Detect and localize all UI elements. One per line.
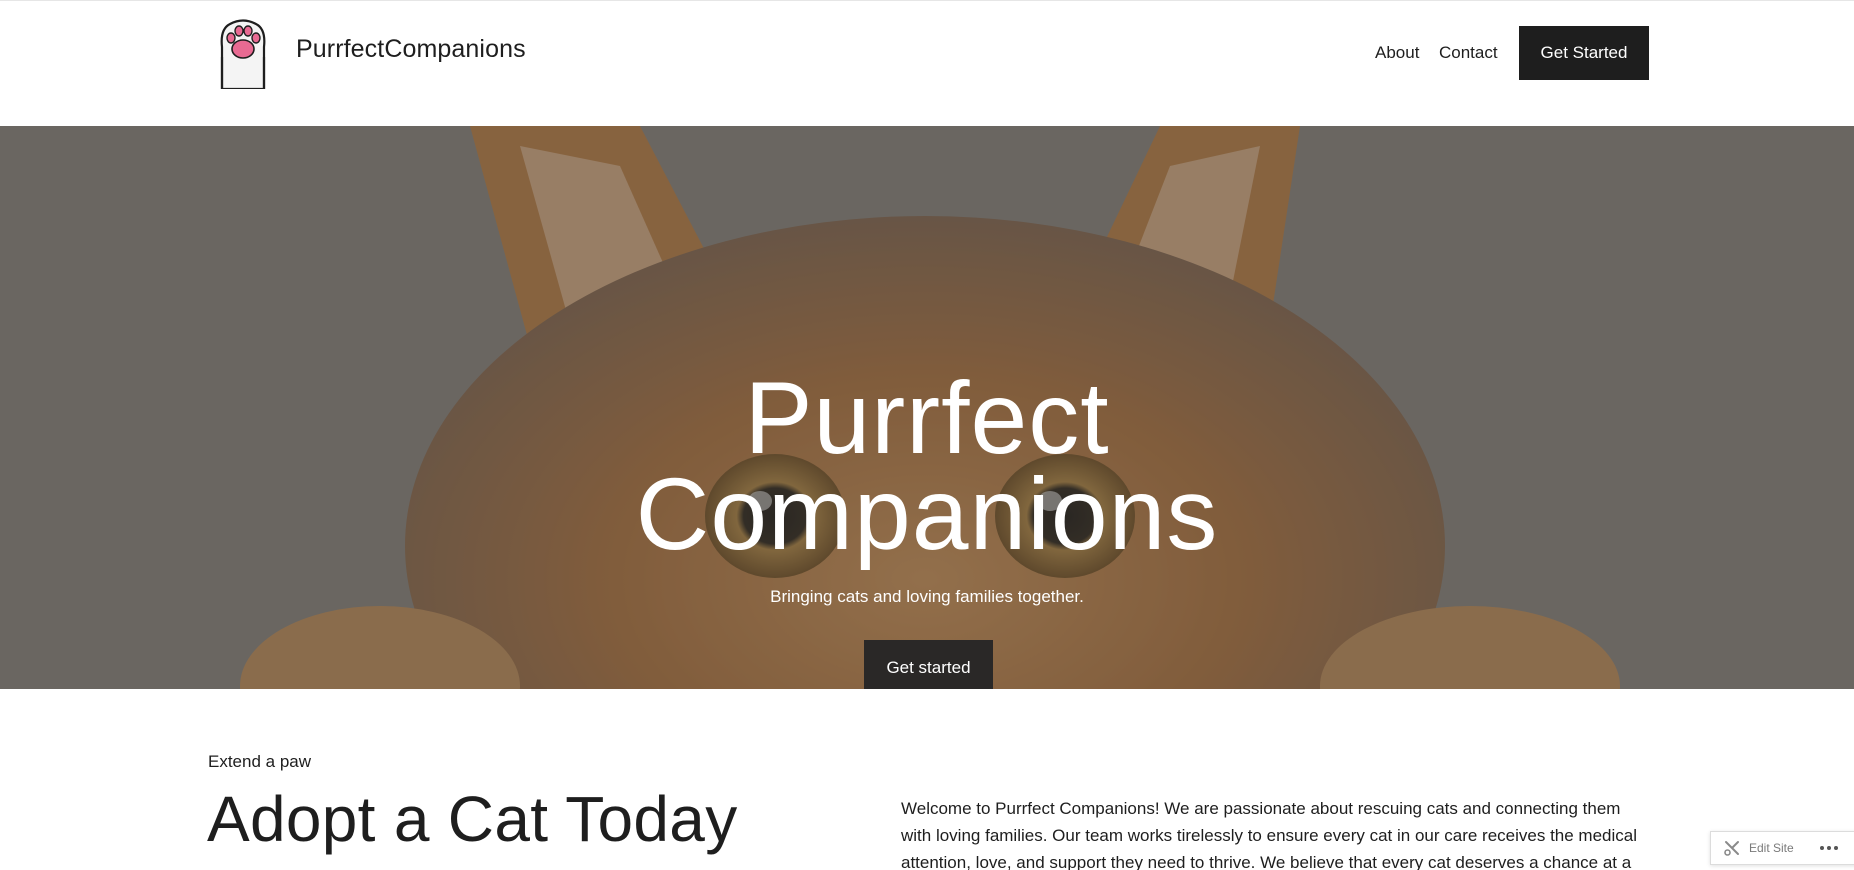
section-title: Adopt a Cat Today bbox=[207, 783, 738, 855]
paw-icon[interactable] bbox=[214, 17, 272, 89]
site-title-link[interactable]: PurrfectCompanions bbox=[296, 35, 526, 64]
edit-site-link[interactable]: Edit Site bbox=[1749, 841, 1794, 855]
nav-contact-link[interactable]: Contact bbox=[1439, 43, 1498, 63]
hero-banner: Purrfect Companions Bringing cats and lo… bbox=[0, 126, 1854, 689]
hero-title-line2: Companions bbox=[635, 457, 1219, 571]
edit-site-widget: Edit Site bbox=[1710, 831, 1854, 865]
get-started-hero-button[interactable]: Get started bbox=[864, 640, 993, 689]
hero-title-line1: Purrfect bbox=[744, 361, 1110, 475]
site-header: PurrfectCompanions About Contact Get Sta… bbox=[0, 0, 1854, 126]
get-started-header-button[interactable]: Get Started bbox=[1519, 26, 1649, 80]
tools-icon[interactable] bbox=[1723, 839, 1741, 857]
nav-about-link[interactable]: About bbox=[1375, 43, 1419, 63]
hero-title: Purrfect Companions bbox=[0, 361, 1854, 571]
hero-subtitle: Bringing cats and loving families togeth… bbox=[770, 587, 1084, 606]
ellipsis-icon[interactable] bbox=[1818, 839, 1840, 857]
section-intro-text: Welcome to Purrfect Companions! We are p… bbox=[901, 799, 1638, 870]
section-kicker: Extend a paw bbox=[208, 752, 312, 771]
